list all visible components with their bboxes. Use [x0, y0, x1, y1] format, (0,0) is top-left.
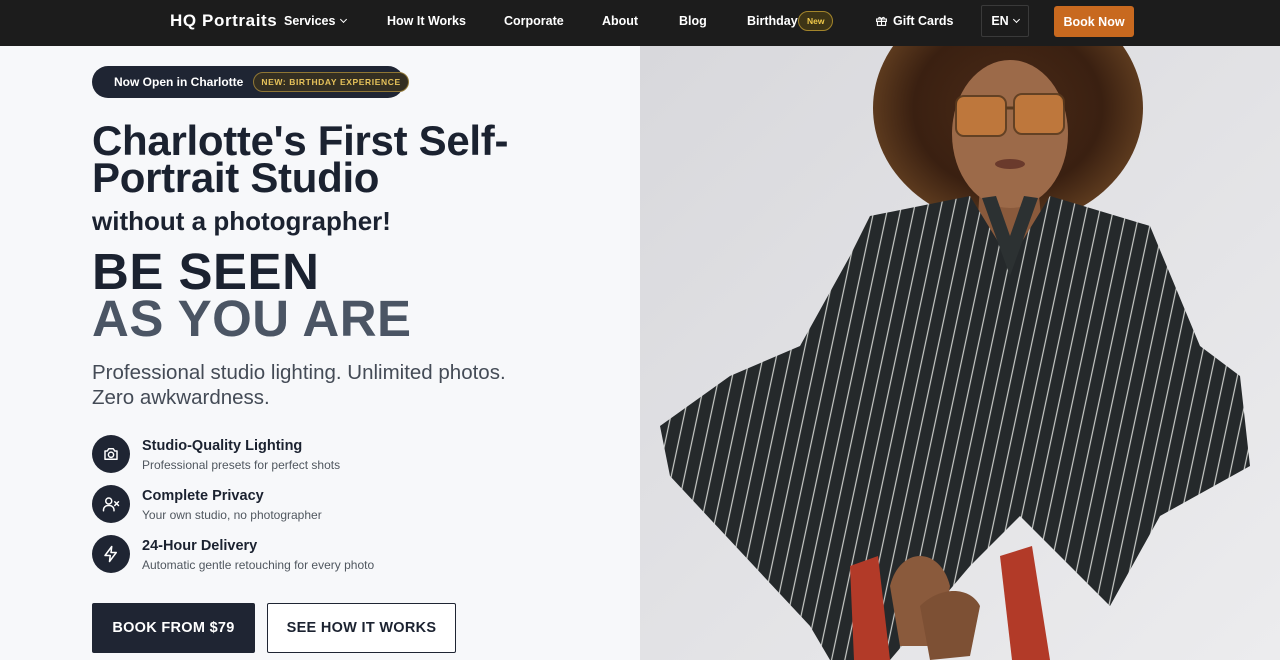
portrait-illustration	[640, 46, 1280, 660]
announcement-text: Now Open in Charlotte	[114, 75, 244, 89]
feature-title: 24-Hour Delivery	[142, 538, 258, 554]
book-now-button[interactable]: Book Now	[1054, 6, 1134, 37]
hero-subtitle: without a photographer!	[92, 206, 391, 236]
nav-blog[interactable]: Blog	[679, 14, 707, 28]
language-select[interactable]: EN	[981, 5, 1029, 37]
language-value: EN	[991, 14, 1009, 28]
chevron-down-icon	[340, 15, 348, 23]
top-nav: HQ Portraits Services How It Works Corpo…	[0, 0, 1280, 46]
feature-item: Studio-Quality Lighting Professional pre…	[92, 435, 532, 475]
nav-about[interactable]: About	[602, 14, 638, 28]
camera-icon	[92, 435, 130, 473]
feature-item: Complete Privacy Your own studio, no pho…	[92, 485, 532, 525]
hero-photo	[640, 46, 1280, 660]
feature-text: Professional presets for perfect shots	[142, 458, 341, 472]
feature-title: Complete Privacy	[142, 488, 264, 504]
nav-services[interactable]: Services	[284, 14, 348, 28]
feature-text: Your own studio, no photographer	[142, 508, 322, 522]
nav-services-label: Services	[284, 14, 336, 28]
hero-description: Professional studio lighting. Unlimited …	[92, 361, 506, 409]
gift-icon	[876, 16, 887, 26]
feature-title: Studio-Quality Lighting	[142, 438, 303, 454]
lightning-icon	[92, 535, 130, 573]
nav-gift-cards[interactable]: Gift Cards	[876, 14, 953, 28]
announcement-badge: NEW: BIRTHDAY EXPERIENCE	[253, 72, 409, 92]
slogan-line-2: AS YOU ARE	[92, 290, 412, 347]
nav-how-it-works[interactable]: How It Works	[387, 14, 466, 28]
nav-corporate[interactable]: Corporate	[504, 14, 564, 28]
brand-logo[interactable]: HQ Portraits	[170, 11, 277, 31]
see-how-it-works-button[interactable]: SEE HOW IT WORKS	[267, 603, 456, 653]
hero-title: Charlotte's First Self-Portrait Studio	[92, 117, 509, 201]
new-badge: New	[798, 11, 834, 31]
chevron-down-icon	[1012, 15, 1020, 23]
book-from-button[interactable]: BOOK FROM $79	[92, 603, 255, 653]
nav-birthday[interactable]: Birthday	[747, 14, 798, 28]
user-x-icon	[92, 485, 130, 523]
nav-gift-cards-label: Gift Cards	[893, 14, 954, 28]
feature-item: 24-Hour Delivery Automatic gentle retouc…	[92, 535, 532, 575]
announcement-pill[interactable]: Now Open in Charlotte NEW: BIRTHDAY EXPE…	[92, 66, 409, 98]
feature-text: Automatic gentle retouching for every ph…	[142, 558, 375, 572]
